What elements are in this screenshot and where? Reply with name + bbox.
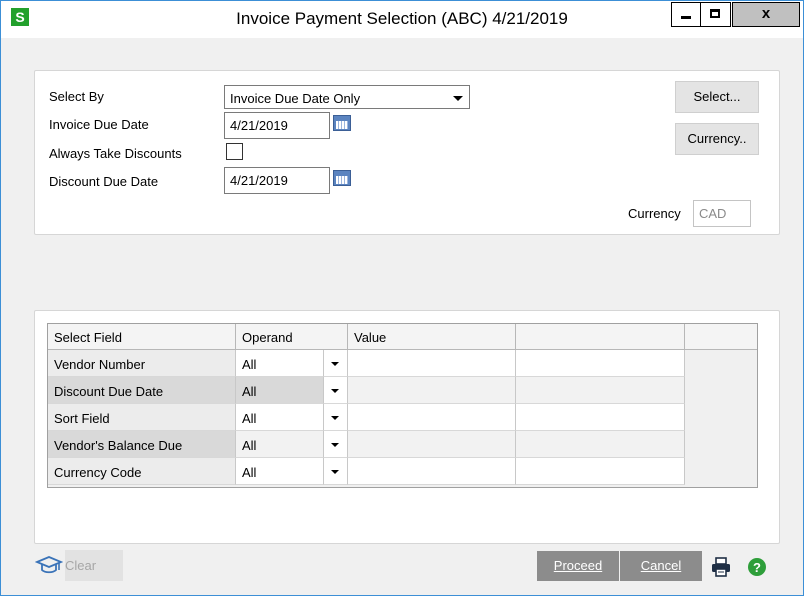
grid-header-operand: Operand (236, 324, 348, 350)
grid-cell-value[interactable] (348, 458, 516, 485)
maximize-button[interactable] (701, 2, 731, 27)
cancel-button[interactable]: Cancel (620, 551, 702, 581)
grid-cell-extra (516, 404, 685, 431)
select-by-dropdown[interactable]: Invoice Due Date Only (224, 85, 470, 109)
grid-cell-field: Vendor's Balance Due (48, 431, 236, 458)
grid-cell-field: Currency Code (48, 458, 236, 485)
graduation-cap-icon[interactable] (35, 555, 63, 577)
invoice-due-date-label: Invoice Due Date (49, 117, 149, 132)
minimize-button[interactable] (671, 2, 701, 27)
grid-cell-value[interactable] (348, 377, 516, 404)
grid-cell-field: Discount Due Date (48, 377, 236, 404)
grid-cell-extra (516, 350, 685, 377)
chevron-down-icon (331, 389, 339, 393)
always-take-discounts-checkbox[interactable] (226, 143, 243, 160)
chevron-down-icon (331, 470, 339, 474)
proceed-button-label: Proceed (553, 558, 603, 573)
grid-header-select-field: Select Field (48, 324, 236, 350)
grid-cell-operand[interactable]: All (236, 431, 324, 458)
always-take-discounts-label: Always Take Discounts (49, 146, 182, 161)
grid-cell-operand[interactable]: All (236, 458, 324, 485)
operand-dropdown-button[interactable] (324, 431, 348, 458)
selection-criteria-grid: Select Field Operand Value Vendor Number… (47, 323, 758, 488)
window: S Invoice Payment Selection (ABC) 4/21/2… (0, 0, 804, 596)
close-button[interactable]: x (732, 2, 800, 27)
grid-cell-value[interactable] (348, 350, 516, 377)
grid-cell-operand[interactable]: All (236, 350, 324, 377)
calendar-icon[interactable] (333, 170, 351, 186)
chevron-down-icon (453, 96, 463, 101)
grid-cell-field: Vendor Number (48, 350, 236, 377)
select-by-label: Select By (49, 89, 104, 104)
title-bar: S Invoice Payment Selection (ABC) 4/21/2… (1, 1, 803, 38)
grid-cell-value[interactable] (348, 431, 516, 458)
minimize-icon (681, 16, 691, 19)
proceed-button[interactable]: Proceed (537, 551, 619, 581)
printer-icon[interactable] (710, 557, 732, 577)
grid-header-extra (516, 324, 685, 350)
grid-header-filler (685, 324, 757, 350)
help-icon[interactable]: ? (747, 557, 767, 577)
grid-cell-value[interactable] (348, 404, 516, 431)
discount-due-date-field[interactable]: 4/21/2019 (224, 167, 330, 194)
operand-dropdown-button[interactable] (324, 377, 348, 404)
select-by-value: Invoice Due Date Only (230, 91, 361, 106)
clear-button[interactable]: Clear (65, 550, 123, 581)
chevron-down-icon (331, 362, 339, 366)
operand-dropdown-button[interactable] (324, 404, 348, 431)
currency-button[interactable]: Currency.. (675, 123, 759, 155)
grid-cell-extra (516, 458, 685, 485)
maximize-icon (710, 9, 720, 18)
currency-field: CAD (693, 200, 751, 227)
grid-cell-operand[interactable]: All (236, 377, 324, 404)
operand-dropdown-button[interactable] (324, 350, 348, 377)
grid-cell-operand[interactable]: All (236, 404, 324, 431)
calendar-icon[interactable] (333, 115, 351, 131)
chevron-down-icon (331, 416, 339, 420)
grid-cell-field: Sort Field (48, 404, 236, 431)
cancel-button-label: Cancel (640, 558, 682, 573)
discount-due-date-label: Discount Due Date (49, 174, 159, 189)
grid-cell-extra (516, 377, 685, 404)
operand-dropdown-button[interactable] (324, 458, 348, 485)
svg-text:?: ? (753, 560, 761, 575)
close-icon: x (761, 5, 771, 22)
currency-label: Currency (628, 206, 681, 221)
chevron-down-icon (331, 443, 339, 447)
select-button[interactable]: Select... (675, 81, 759, 113)
grid-cell-extra (516, 431, 685, 458)
grid-header-value: Value (348, 324, 516, 350)
invoice-due-date-field[interactable]: 4/21/2019 (224, 112, 330, 139)
